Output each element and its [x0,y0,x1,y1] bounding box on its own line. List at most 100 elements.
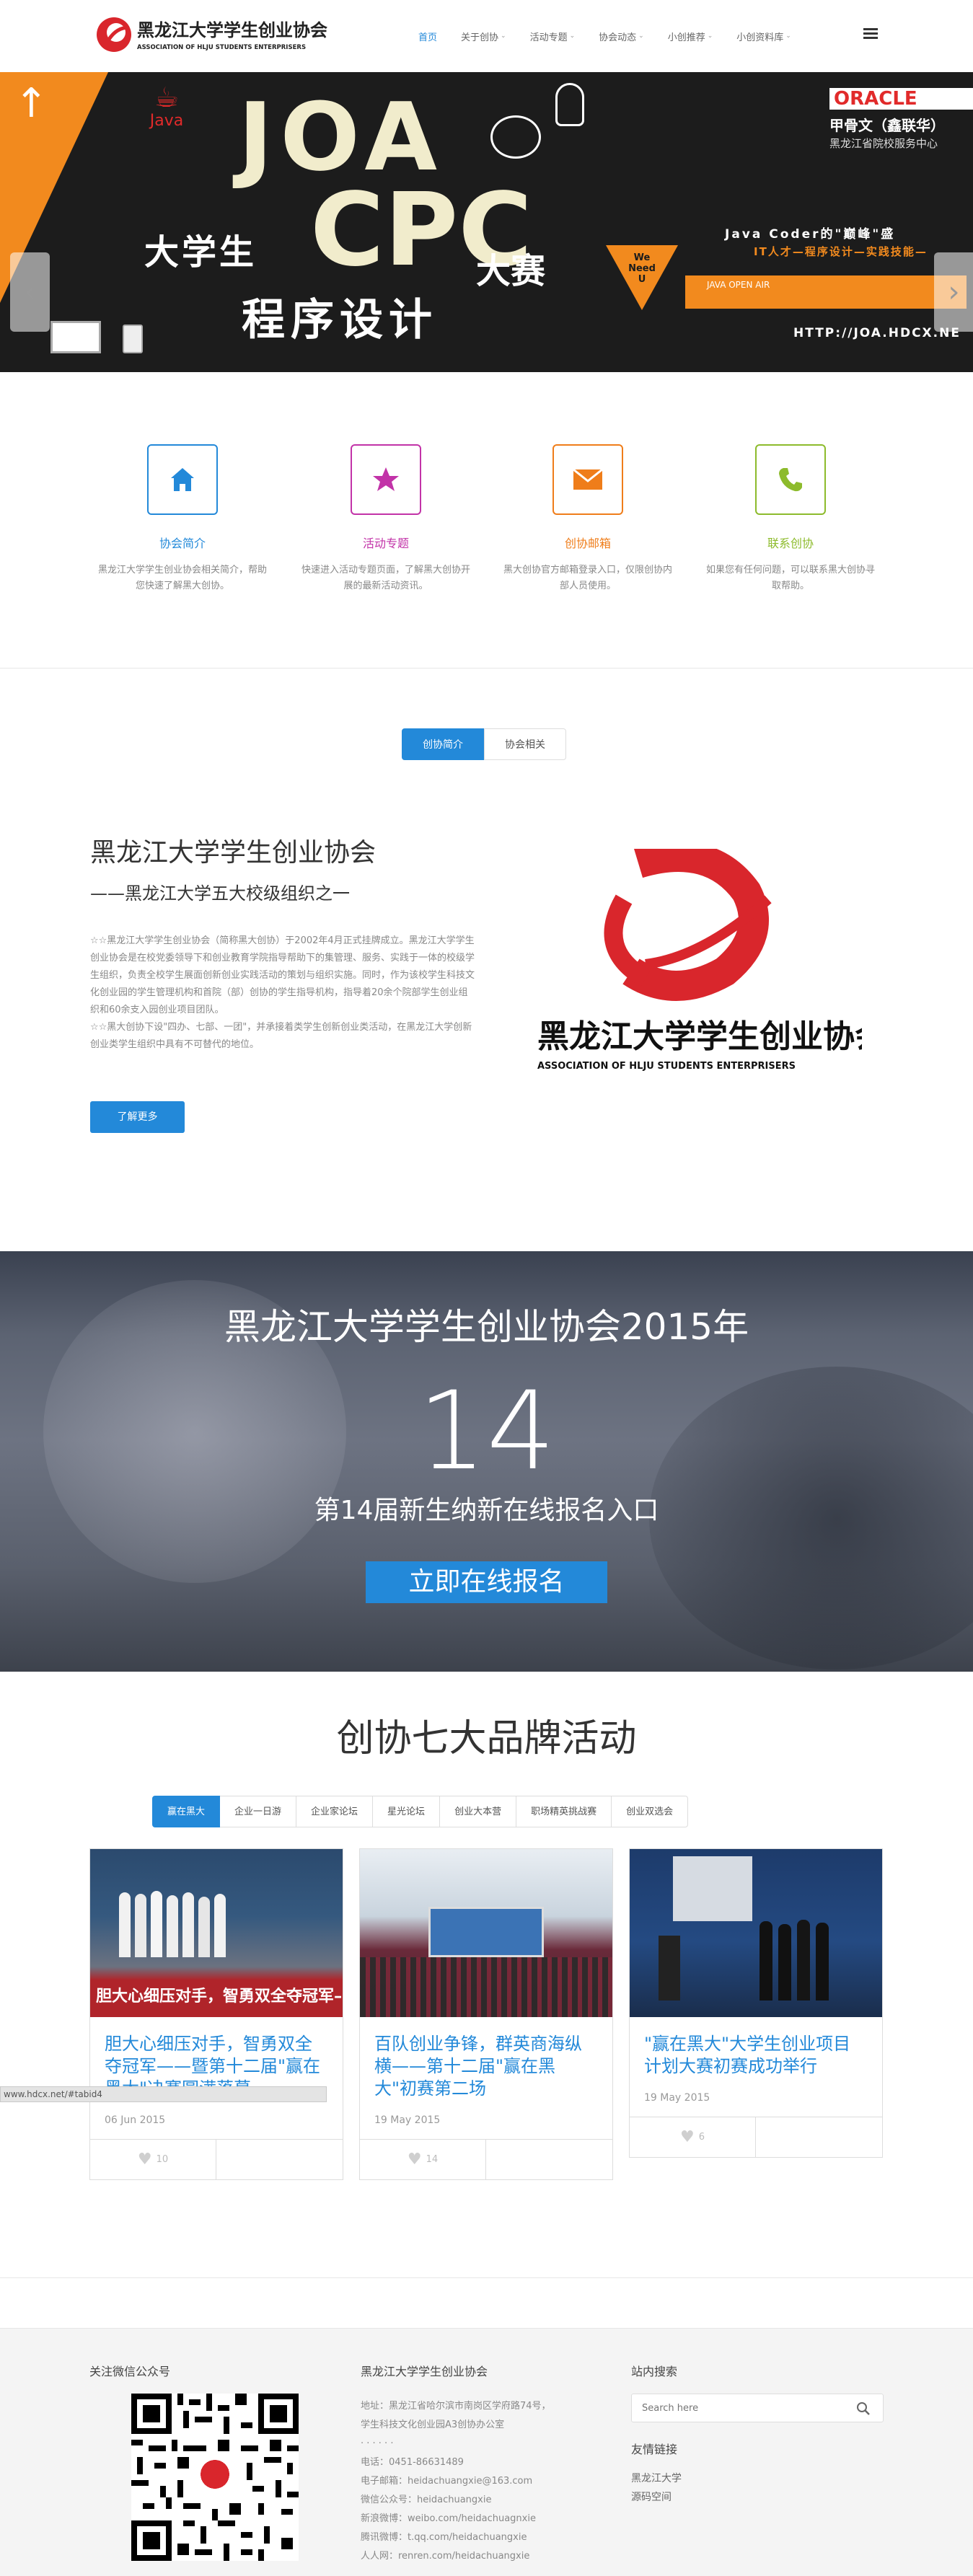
article-title[interactable]: "赢在黑大"大学生创业项目计划大赛初赛成功举行 [630,2017,882,2078]
feature-title[interactable]: 协会简介 [89,534,276,551]
article-date: 19 May 2015 [374,2114,441,2126]
banner-joa: JOA [238,82,445,192]
gears-head-icon [490,115,541,159]
contact-line: 人人网：renren.com/heidachuangxie [361,2551,530,2562]
links-title: 友情链接 [631,2443,678,2456]
slider-next-button[interactable]: › [934,252,973,332]
monitor-icon [50,321,101,353]
logo-en-text: ASSOCIATION OF HLJU STUDENTS ENTERPRISER… [537,1061,796,1072]
feature-about-button[interactable] [147,444,218,515]
feature-title[interactable]: 创协邮箱 [494,534,682,551]
like-count: 10 [156,2154,169,2165]
feature-contact: 联系创协 如果您有任何问题，可以联系黑大创协寻取帮助。 [697,444,884,594]
enroll-number: 14 [418,1369,555,1494]
tab-job-fair[interactable]: 创业双选会 [612,1796,689,1827]
org-title: 黑龙江大学学生创业协会 [361,2365,488,2378]
article-card: 胆大心细压对手，智勇双全夺冠军——暨第十二 胆大心细压对手，智勇双全夺冠军——暨… [89,1848,343,2180]
heart-icon: ♥ [137,2151,152,2169]
wechat-title: 关注微信公众号 [89,2365,171,2378]
about-body: ☆☆黑龙江大学学生创业协会（简称黑大创协）于2002年4月正式挂牌成立。黑龙江大… [90,932,476,1054]
contact-line: 电子邮箱：heidachuangxie@163.com [361,2476,533,2487]
banner-tag1: Java Coder的"巅峰"盛 [725,227,896,242]
article-photo[interactable] [360,1849,612,2017]
tab-startup-camp[interactable]: 创业大本营 [440,1796,517,1827]
site-logo[interactable]: 黑龙江大学学生创业协会 ASSOCIATION OF HLJU STUDENTS… [92,14,359,55]
phone-icon [779,468,802,492]
tab-intro[interactable]: 创协简介 [402,728,484,760]
tab-related[interactable]: 协会相关 [484,728,566,760]
like-count: 6 [698,2132,705,2143]
article-title[interactable]: 百队创业争锋，群英商海纵横——第十二届"赢在黑大"初赛第二场 [360,2017,612,2100]
article-photo[interactable]: 胆大心细压对手，智勇双全夺冠军——暨第十二 [90,1849,343,2017]
hero-banner[interactable]: ↑ ☕ Java JOA 大学生 CPC 大赛 程序设计 ORACLE 甲骨文（鑫… [0,72,973,372]
tab-entrepreneur-forum[interactable]: 企业家论坛 [296,1796,374,1827]
search-title: 站内搜索 [631,2365,678,2378]
friend-link[interactable]: 黑龙江大学 [631,2469,682,2488]
heart-icon: ♥ [679,2128,695,2146]
search-input[interactable] [632,2394,841,2422]
like-button[interactable]: ♥ 10 [90,2140,216,2179]
banner-line1: 大学生 [144,232,257,273]
up-arrow-icon: ↑ [14,80,48,127]
about-tabs: 创协简介 协会相关 [402,728,566,760]
coffee-cup-icon: ☕ [154,81,180,113]
like-button[interactable]: ♥ 6 [630,2117,756,2157]
logo-cn-text: 黑龙江大学学生创业协会 [537,1018,862,1055]
article-date: 06 Jun 2015 [105,2114,166,2126]
brand-section: 创协七大品牌活动 赢在黑大 企业一日游 企业家论坛 星光论坛 创业大本营 职场精… [0,1672,973,2277]
search-icon[interactable] [855,2401,871,2417]
tab-starlight-forum[interactable]: 星光论坛 [373,1796,441,1827]
chevron-down-icon: ⌄ [501,32,506,40]
hamburger-menu-icon[interactable] [862,26,879,42]
contact-line: 学生科技文化创业园A3创协办公室 [361,2420,505,2430]
main-nav: 首页 关于创协 ⌄ 活动专题 ⌄ 协会动态 ⌄ 小创推荐 ⌄ 小创资料库 ⌄ [418,26,815,46]
nav-news[interactable]: 协会动态 ⌄ [599,26,644,46]
learn-more-button[interactable]: 了解更多 [90,1101,185,1133]
contact-line: 微信公众号：heidachuangxie [361,2495,492,2505]
feature-desc: 快速进入活动专题页面，了解黑大创协开展的最新活动资讯。 [301,565,470,591]
nav-about[interactable]: 关于创协 ⌄ [461,26,506,46]
article-card: 百队创业争锋，群英商海纵横——第十二届"赢在黑大"初赛第二场 19 May 20… [359,1848,613,2180]
nav-activities[interactable]: 活动专题 ⌄ [530,26,576,46]
banner-line1b: 大赛 [476,251,546,291]
nav-library[interactable]: 小创资料库 ⌄ [736,26,791,46]
feature-mail-button[interactable] [552,444,623,515]
enroll-subtitle: 第14届新生纳新在线报名入口 [314,1496,659,1525]
java-air-strip: JAVA OPEN AIR [685,275,967,309]
feature-activities-button[interactable] [351,444,421,515]
article-footer: ♥ 10 [90,2139,343,2179]
feature-desc: 如果您有任何问题，可以联系黑大创协寻取帮助。 [705,565,875,591]
friend-link[interactable]: 源码空间 [631,2488,682,2507]
java-logo: ☕ Java [141,83,192,130]
article-photo[interactable] [630,1849,882,2017]
tab-workplace-challenge[interactable]: 职场精英挑战赛 [516,1796,612,1827]
association-logo: 黑龙江大学学生创业协会 ASSOCIATION OF HLJU STUDENTS… [537,849,862,1072]
site-search [631,2394,884,2422]
enroll-title: 黑龙江大学学生创业协会2015年 [224,1306,749,1348]
contact-line: 腾讯微博：t.qq.com/heidachuangxie [361,2532,527,2543]
feature-desc: 黑龙江大学学生创业协会相关简介，帮助您快速了解黑大创协。 [97,565,267,591]
feature-contact-button[interactable] [755,444,826,515]
nav-recommend[interactable]: 小创推荐 ⌄ [668,26,713,46]
article-date: 19 May 2015 [644,2092,710,2104]
oracle-sub2: 黑龙江省院校服务中心 [829,137,938,150]
status-bar-url: www.hdcx.net/#tabid4 [0,2086,327,2102]
star-icon [373,467,399,491]
tab-win-in-hlju[interactable]: 赢在黑大 [152,1796,221,1827]
home-icon [171,468,194,491]
about-section: 创协简介 协会相关 黑龙江大学学生创业协会 ——黑龙江大学五大校级组织之一 ☆☆… [0,669,973,1251]
nav-home[interactable]: 首页 [418,26,437,46]
feature-title[interactable]: 活动专题 [292,534,480,551]
feature-activities: 活动专题 快速进入活动专题页面，了解黑大创协开展的最新活动资讯。 [292,444,480,594]
feature-title[interactable]: 联系创协 [697,534,884,551]
tab-company-tour[interactable]: 企业一日游 [220,1796,297,1827]
contact-info: 地址：黑龙江省哈尔滨市南岗区学府路74号， 学生科技文化创业园A3创协办公室 ·… [361,2397,577,2566]
chevron-down-icon: ⌄ [707,32,713,40]
site-header: 黑龙江大学学生创业协会 ASSOCIATION OF HLJU STUDENTS… [0,0,973,72]
oracle-sub1: 甲骨文（鑫联华） [829,117,945,134]
slider-prev-button[interactable]: ‹ [10,252,50,332]
enroll-button[interactable]: 立即在线报名 [366,1561,607,1603]
like-button[interactable]: ♥ 14 [360,2140,486,2179]
about-paragraph: ☆☆黑龙江大学学生创业协会（简称黑大创协）于2002年4月正式挂牌成立。黑龙江大… [90,935,475,1015]
friend-links: 黑龙江大学 源码空间 [631,2469,682,2507]
